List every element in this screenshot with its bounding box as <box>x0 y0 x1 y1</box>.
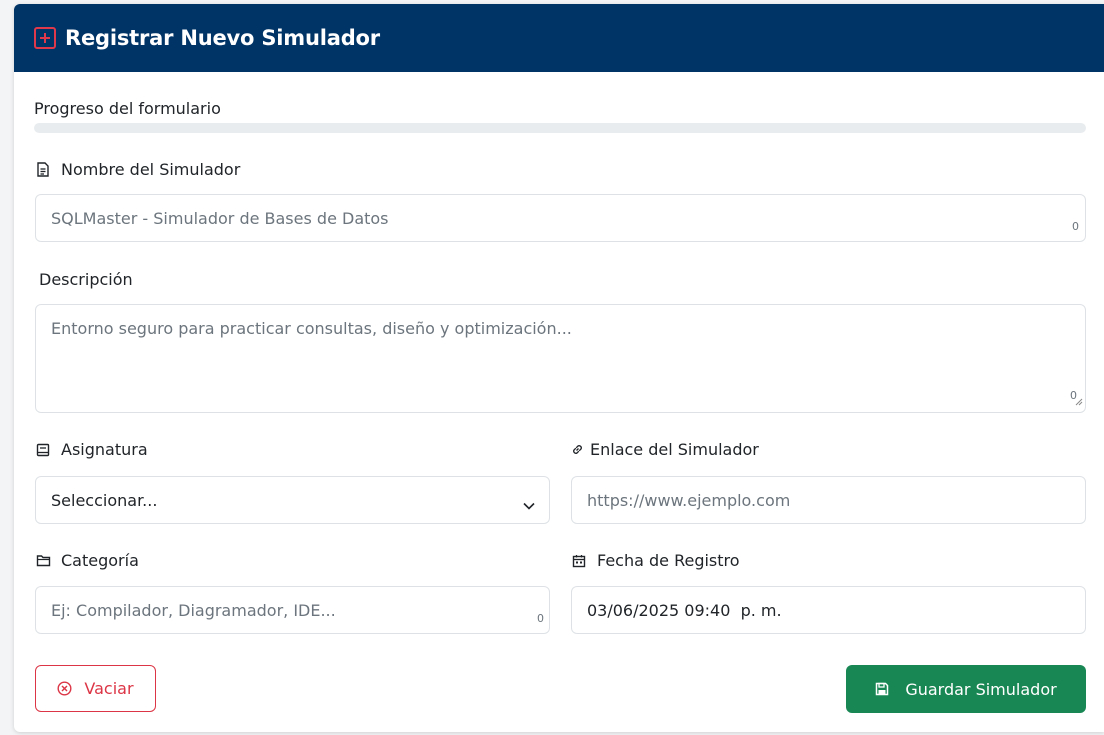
nombre-input[interactable]: SQLMaster - Simulador de Bases de Datos … <box>35 194 1086 242</box>
fecha-value: 03/06/2025 09:40 p. m. <box>587 601 782 620</box>
card-header: Registrar Nuevo Simulador <box>14 4 1104 72</box>
categoria-label-text: Categoría <box>61 551 139 570</box>
clear-button-label: Vaciar <box>84 679 134 698</box>
progress-bar <box>34 123 1086 133</box>
asignatura-selected: Seleccionar... <box>51 491 158 510</box>
progress-label: Progreso del formulario <box>34 99 221 118</box>
enlace-placeholder: https://www.ejemplo.com <box>587 491 791 510</box>
x-circle-icon <box>57 681 72 696</box>
asignatura-label-text: Asignatura <box>61 440 148 459</box>
enlace-label-text: Enlace del Simulador <box>590 440 759 459</box>
asignatura-select[interactable]: Seleccionar... <box>35 476 550 524</box>
fecha-input[interactable]: 03/06/2025 09:40 p. m. <box>571 586 1086 634</box>
plus-square-icon <box>34 27 56 49</box>
fecha-label-text: Fecha de Registro <box>597 551 740 570</box>
nombre-char-counter: 0 <box>1072 220 1079 233</box>
resize-handle-icon[interactable] <box>1075 391 1083 410</box>
page-title: Registrar Nuevo Simulador <box>65 26 380 50</box>
nombre-label: Nombre del Simulador <box>35 160 240 179</box>
enlace-input[interactable]: https://www.ejemplo.com <box>571 476 1086 524</box>
folder-icon <box>35 553 51 569</box>
nombre-label-text: Nombre del Simulador <box>61 160 241 179</box>
chevron-down-icon <box>523 495 535 514</box>
link-icon <box>571 442 584 458</box>
categoria-input[interactable]: Ej: Compilador, Diagramador, IDE... 0 <box>35 586 550 634</box>
calendar-icon <box>571 553 587 569</box>
descripcion-textarea[interactable]: Entorno seguro para practicar consultas,… <box>35 304 1086 413</box>
clear-button[interactable]: Vaciar <box>35 665 156 712</box>
asignatura-label: Asignatura <box>35 440 148 459</box>
file-text-icon <box>35 162 51 178</box>
categoria-placeholder: Ej: Compilador, Diagramador, IDE... <box>51 601 336 620</box>
categoria-label: Categoría <box>35 551 139 570</box>
book-icon <box>35 442 51 458</box>
descripcion-placeholder: Entorno seguro para practicar consultas,… <box>51 319 572 338</box>
simulator-form-card: Registrar Nuevo Simulador Progreso del f… <box>14 4 1104 732</box>
save-icon <box>875 682 889 696</box>
descripcion-label: Descripción <box>39 270 133 289</box>
nombre-placeholder: SQLMaster - Simulador de Bases de Datos <box>51 209 389 228</box>
save-button-label: Guardar Simulador <box>905 679 1057 699</box>
save-button[interactable]: Guardar Simulador <box>846 665 1086 713</box>
fecha-label: Fecha de Registro <box>571 551 740 570</box>
enlace-label: Enlace del Simulador <box>571 440 759 459</box>
categoria-char-counter: 0 <box>537 612 544 625</box>
